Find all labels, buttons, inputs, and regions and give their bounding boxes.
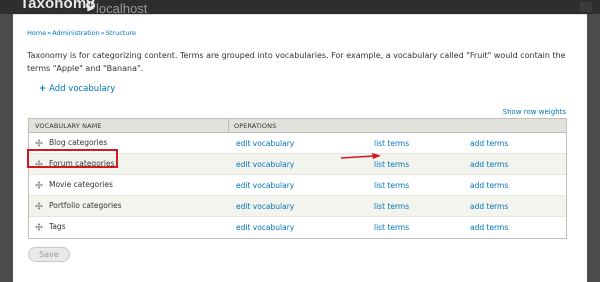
- list-terms-link[interactable]: list terms: [374, 181, 409, 190]
- save-button[interactable]: Save: [28, 247, 70, 262]
- page-title: Taxonomy: [20, 0, 95, 12]
- column-header-operations: OPERATIONS: [234, 122, 277, 130]
- add-vocabulary-label: Add vocabulary: [49, 84, 116, 94]
- table-row: Movie categories edit vocabulary list te…: [29, 175, 566, 196]
- vocabulary-name: Movie categories: [49, 180, 113, 189]
- vocabulary-name: Tags: [49, 222, 66, 231]
- edit-vocabulary-link[interactable]: edit vocabulary: [236, 202, 294, 211]
- plus-icon: +: [39, 84, 47, 94]
- add-terms-link[interactable]: add terms: [470, 139, 508, 148]
- breadcrumb-structure[interactable]: Structure: [106, 29, 136, 37]
- overlay-close-button[interactable]: [580, 2, 592, 12]
- overlay-content-panel: Home»Administration»Structure Taxonomy i…: [13, 14, 587, 282]
- edit-vocabulary-link[interactable]: edit vocabulary: [236, 139, 294, 148]
- show-row-weights-link[interactable]: Show row weights: [503, 108, 566, 116]
- add-terms-link[interactable]: add terms: [470, 160, 508, 169]
- highlight-annotation-box: [27, 149, 118, 168]
- edit-vocabulary-link[interactable]: edit vocabulary: [236, 160, 294, 169]
- breadcrumb-administration[interactable]: Administration: [52, 29, 100, 37]
- add-terms-link[interactable]: add terms: [470, 202, 508, 211]
- page-description: Taxonomy is for categorizing content. Te…: [27, 51, 566, 73]
- overlay-top-bar: Taxonomy + localhost: [0, 0, 600, 16]
- column-header-vocabulary-name: VOCABULARY NAME: [35, 122, 102, 130]
- drag-handle-icon[interactable]: [35, 202, 43, 210]
- overlay-right-margin: [587, 14, 600, 282]
- table-row: Tags edit vocabulary list terms add term…: [29, 217, 566, 238]
- list-terms-link[interactable]: list terms: [374, 223, 409, 232]
- add-vocabulary-link[interactable]: + Add vocabulary: [39, 84, 115, 94]
- add-shortcut-icon[interactable]: +: [86, 1, 95, 10]
- list-terms-link[interactable]: list terms: [374, 160, 409, 169]
- vocabulary-table: VOCABULARY NAME OPERATIONS Blog categori…: [28, 118, 567, 239]
- table-header: VOCABULARY NAME OPERATIONS: [29, 119, 566, 133]
- vocabulary-name: Blog categories: [49, 138, 108, 147]
- add-terms-link[interactable]: add terms: [470, 181, 508, 190]
- edit-vocabulary-link[interactable]: edit vocabulary: [236, 181, 294, 190]
- table-row: Portfolio categories edit vocabulary lis…: [29, 196, 566, 217]
- column-divider: [228, 119, 229, 133]
- add-terms-link[interactable]: add terms: [470, 223, 508, 232]
- breadcrumb: Home»Administration»Structure: [27, 29, 136, 37]
- drag-handle-icon[interactable]: [35, 223, 43, 231]
- drag-handle-icon[interactable]: [35, 181, 43, 189]
- list-terms-link[interactable]: list terms: [374, 139, 409, 148]
- list-terms-link[interactable]: list terms: [374, 202, 409, 211]
- vocabulary-name: Portfolio categories: [49, 201, 122, 210]
- drag-handle-icon[interactable]: [35, 139, 43, 147]
- red-arrow-annotation-icon: [341, 153, 381, 159]
- edit-vocabulary-link[interactable]: edit vocabulary: [236, 223, 294, 232]
- breadcrumb-home[interactable]: Home: [27, 29, 46, 37]
